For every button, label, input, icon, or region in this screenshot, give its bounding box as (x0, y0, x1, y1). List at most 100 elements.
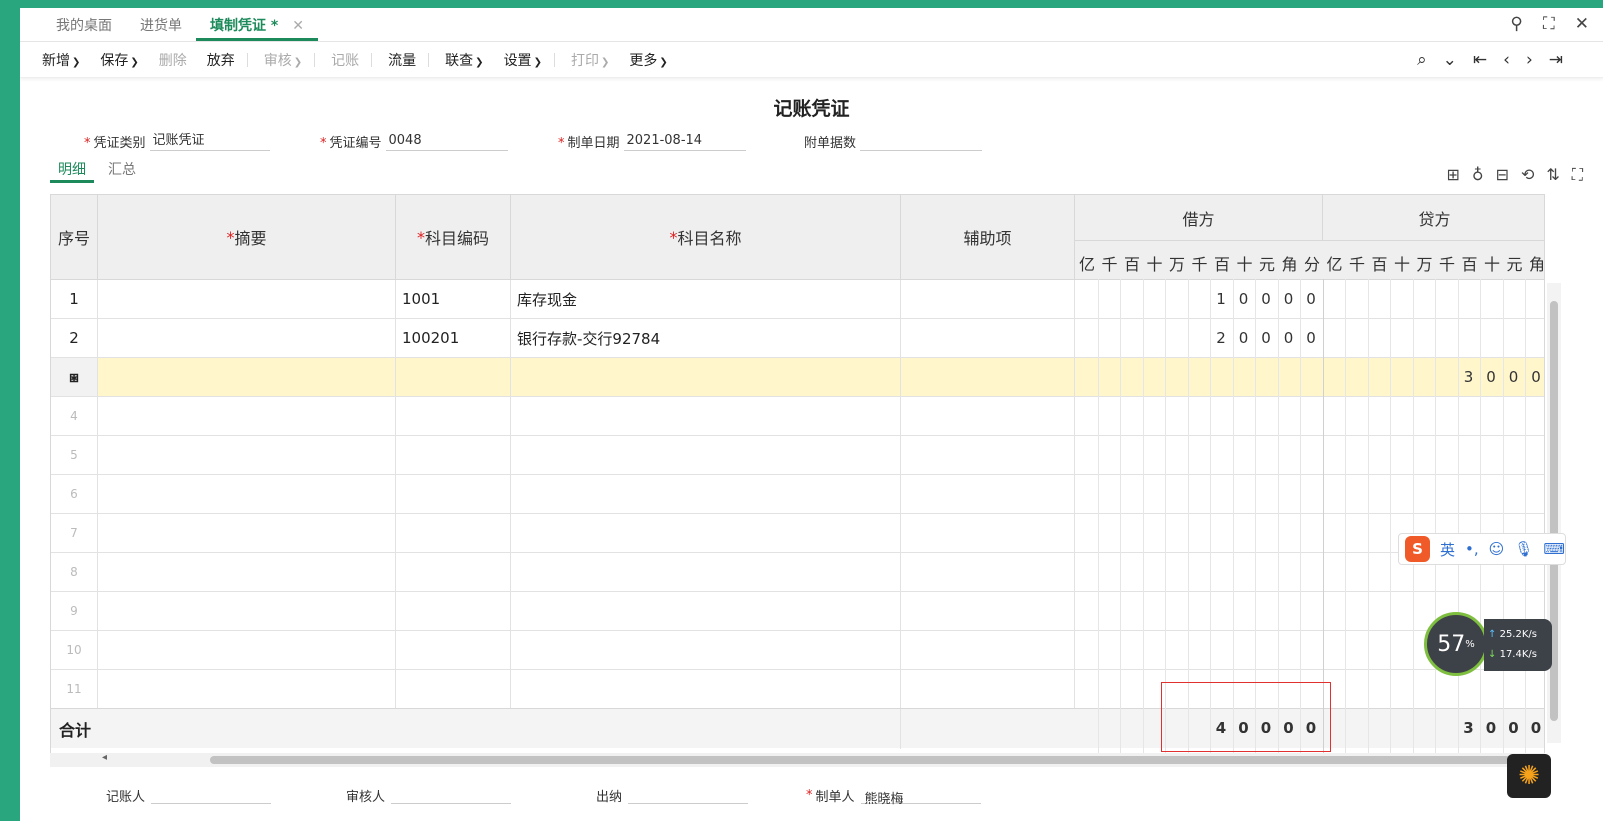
table-cell-summary[interactable] (98, 475, 396, 513)
table-row[interactable]: 5 (51, 436, 1544, 475)
table-cell-name[interactable] (511, 592, 901, 630)
vertical-scrollbar[interactable] (1547, 283, 1561, 743)
table-cell-code[interactable] (396, 475, 511, 513)
table-cell-name[interactable]: 库存现金 (511, 280, 901, 318)
table-row[interactable]: ⧆ 3 0 0 0 (51, 358, 1544, 397)
table-row[interactable]: 1 1001 库存现金 1 0 0 0 0 (51, 280, 1544, 319)
money-bag-icon[interactable]: ♁ (1472, 165, 1484, 185)
close-window-icon[interactable]: ✕ (1575, 14, 1589, 34)
table-cell-code[interactable] (396, 670, 511, 708)
table-cell-aux[interactable] (901, 358, 1075, 396)
date-value[interactable]: 2021-08-14 (623, 133, 746, 151)
category-field[interactable]: * 凭证类别 记账凭证 (84, 129, 274, 151)
restore-icon[interactable]: ⛶ (1543, 14, 1555, 34)
table-cell-summary[interactable] (98, 280, 396, 318)
tab-fill-voucher[interactable]: 填制凭证 * ✕ (196, 15, 318, 41)
cashier-field[interactable]: 出纳 (596, 786, 806, 805)
table-cell-code[interactable] (396, 358, 511, 396)
table-cell-name[interactable] (511, 631, 901, 669)
table-cell-code[interactable]: 1001 (396, 280, 511, 318)
save-button[interactable]: 保存 ❯ (100, 50, 138, 70)
keyboard-icon[interactable]: ⌨ (1543, 540, 1565, 558)
next-record-icon[interactable]: › (1526, 50, 1533, 70)
scroll-left-icon[interactable]: ◂ (102, 752, 107, 763)
table-cell-code[interactable] (396, 514, 511, 552)
new-button[interactable]: 新增 ❯ (42, 50, 80, 70)
app-logo-icon[interactable]: ✺ (1507, 754, 1551, 798)
table-row[interactable]: 4 (51, 397, 1544, 436)
table-row[interactable]: 6 (51, 475, 1544, 514)
number-field[interactable]: * 凭证编号 0048 (320, 129, 520, 151)
table-cell-name[interactable]: 银行存款-交行92784 (511, 319, 901, 357)
table-cell-aux[interactable] (901, 436, 1075, 474)
table-cell-summary[interactable] (98, 631, 396, 669)
table-row[interactable]: 7 (51, 514, 1544, 553)
table-cell-name[interactable] (511, 475, 901, 513)
layout-icon[interactable]: ⊟ (1496, 165, 1509, 185)
table-cell-summary[interactable] (98, 436, 396, 474)
horizontal-scroll-thumb[interactable] (210, 756, 1510, 764)
post-button[interactable]: 记账 (331, 50, 359, 70)
table-cell-aux[interactable] (901, 553, 1075, 591)
attach-value[interactable] (860, 135, 983, 151)
category-value[interactable]: 记账凭证 (149, 129, 270, 151)
insert-row-icon[interactable]: ⊞ (1446, 165, 1459, 185)
chevron-down-icon[interactable]: ⌄ (1443, 50, 1457, 70)
maker-field[interactable]: * 制单人 熊晓梅 (806, 786, 981, 807)
fullscreen-icon[interactable]: ⛶ (1572, 165, 1583, 185)
table-cell-summary[interactable] (98, 319, 396, 357)
table-cell-aux[interactable] (901, 631, 1075, 669)
reviewer-field[interactable]: 审核人 (346, 786, 596, 805)
tab-desktop[interactable]: 我的桌面 (42, 15, 126, 41)
table-cell-aux[interactable] (901, 397, 1075, 435)
table-cell-name[interactable] (511, 358, 901, 396)
table-cell-code[interactable]: 100201 (396, 319, 511, 357)
date-field[interactable]: * 制单日期 2021-08-14 (558, 129, 758, 151)
delete-button[interactable]: 删除 (159, 50, 187, 70)
ime-lang[interactable]: 英 (1440, 539, 1455, 560)
tab-purchase-order[interactable]: 进货单 (126, 15, 196, 41)
settings-button[interactable]: 设置 ❯ (504, 50, 542, 70)
table-cell-aux[interactable] (901, 514, 1075, 552)
more-button[interactable]: 更多 ❯ (629, 50, 667, 70)
first-record-icon[interactable]: ⇤ (1473, 50, 1487, 70)
mic-icon[interactable]: 🎙 (1514, 540, 1533, 558)
table-row[interactable]: 9 (51, 592, 1544, 631)
table-cell-summary[interactable] (98, 553, 396, 591)
flow-button[interactable]: 流量 (388, 50, 416, 70)
tab-summary[interactable]: 汇总 (100, 159, 144, 183)
tab-detail[interactable]: 明细 (50, 159, 94, 183)
table-cell-name[interactable] (511, 397, 901, 435)
abandon-button[interactable]: 放弃 (207, 50, 235, 70)
table-cell-aux[interactable] (901, 475, 1075, 513)
table-cell-aux[interactable] (901, 319, 1075, 357)
table-row[interactable]: 10 (51, 631, 1544, 670)
close-icon[interactable]: ✕ (292, 18, 304, 34)
number-value[interactable]: 0048 (385, 133, 508, 151)
table-cell-summary[interactable] (98, 592, 396, 630)
table-cell-summary[interactable] (98, 670, 396, 708)
table-cell-code[interactable] (396, 592, 511, 630)
table-cell-aux[interactable] (901, 280, 1075, 318)
table-cell-name[interactable] (511, 514, 901, 552)
prev-record-icon[interactable]: ‹ (1503, 50, 1510, 70)
horizontal-scrollbar[interactable]: ◂ (50, 752, 1545, 767)
table-cell-code[interactable] (396, 397, 511, 435)
table-cell-summary[interactable] (98, 514, 396, 552)
table-cell-aux[interactable] (901, 670, 1075, 708)
poster-field[interactable]: 记账人 (106, 786, 346, 805)
preview-icon[interactable]: ⌕ (1417, 50, 1427, 70)
query-button[interactable]: 联查 ❯ (445, 50, 483, 70)
attach-field[interactable]: 附单据数 (804, 129, 983, 151)
last-record-icon[interactable]: ⇥ (1549, 50, 1563, 70)
ime-toolbar[interactable]: S 英 •, ☺ 🎙 ⌨ (1398, 533, 1566, 565)
review-button[interactable]: 审核 ❯ (264, 50, 302, 70)
table-row[interactable]: 2 100201 银行存款-交行92784 2 0 0 0 0 (51, 319, 1544, 358)
table-cell-summary[interactable] (98, 358, 396, 396)
net-gauge[interactable]: 57% (1424, 612, 1488, 676)
table-cell-name[interactable] (511, 670, 901, 708)
table-row[interactable]: 8 (51, 553, 1544, 592)
table-cell-code[interactable] (396, 553, 511, 591)
print-button[interactable]: 打印 ❯ (571, 50, 609, 70)
emoji-icon[interactable]: ☺ (1489, 540, 1505, 558)
